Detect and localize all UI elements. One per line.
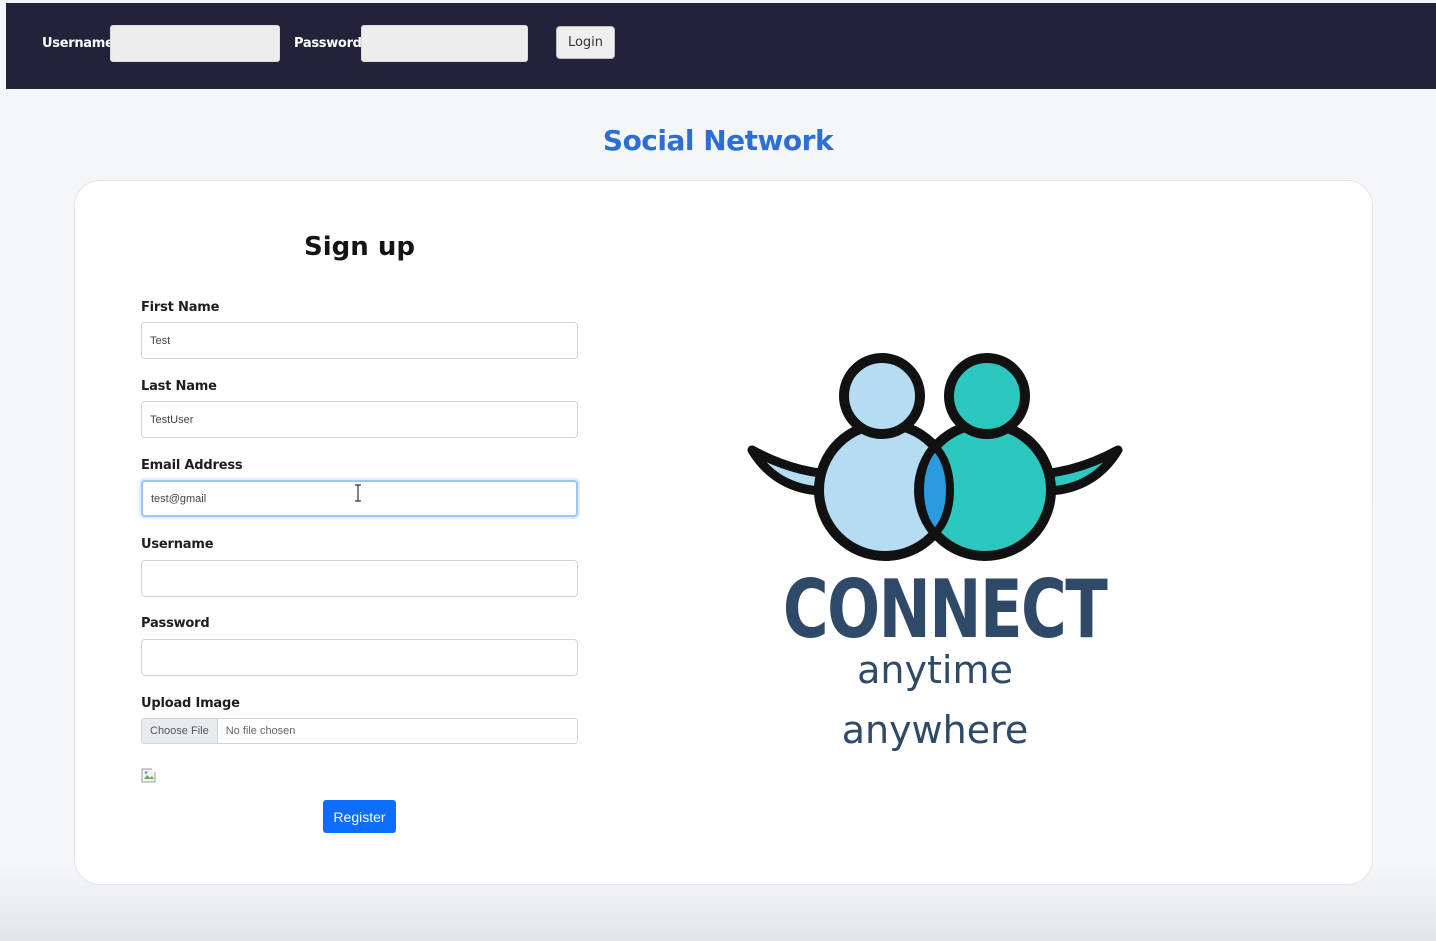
- logo-word-anywhere: anywhere: [841, 708, 1029, 752]
- first-name-label: First Name: [141, 300, 220, 315]
- site-title: Social Network: [602, 124, 834, 157]
- connect-logo: CONNECT anytime anywhere: [740, 350, 1130, 770]
- people-logo-icon: [747, 353, 1123, 561]
- login-username-input[interactable]: [110, 25, 280, 62]
- login-password-input[interactable]: [361, 25, 528, 62]
- username-input[interactable]: [141, 560, 578, 597]
- page: Username Password Login Social Network S…: [0, 0, 1436, 941]
- choose-file-button[interactable]: Choose File: [142, 719, 218, 743]
- last-name-label: Last Name: [141, 379, 217, 394]
- login-username-label: Username: [42, 36, 114, 51]
- email-label: Email Address: [141, 458, 243, 473]
- last-name-input[interactable]: [141, 401, 578, 438]
- username-label: Username: [141, 537, 214, 552]
- first-name-input[interactable]: [141, 322, 578, 359]
- top-navbar: Username Password Login: [6, 3, 1436, 89]
- file-upload-input[interactable]: Choose File No file chosen: [141, 718, 578, 744]
- signup-card: [74, 180, 1373, 885]
- broken-image-icon: [141, 768, 157, 783]
- text-cursor-icon: [355, 484, 361, 502]
- password-label: Password: [141, 616, 210, 631]
- logo-word-connect: CONNECT: [782, 563, 1108, 656]
- logo-word-anytime: anytime: [857, 648, 1013, 692]
- login-password-label: Password: [294, 36, 362, 51]
- register-button[interactable]: Register: [323, 800, 396, 833]
- file-status-text: No file chosen: [225, 725, 296, 737]
- password-input[interactable]: [141, 639, 578, 676]
- login-button[interactable]: Login: [556, 26, 615, 59]
- signup-title: Sign up: [304, 232, 415, 262]
- upload-image-label: Upload Image: [141, 696, 240, 711]
